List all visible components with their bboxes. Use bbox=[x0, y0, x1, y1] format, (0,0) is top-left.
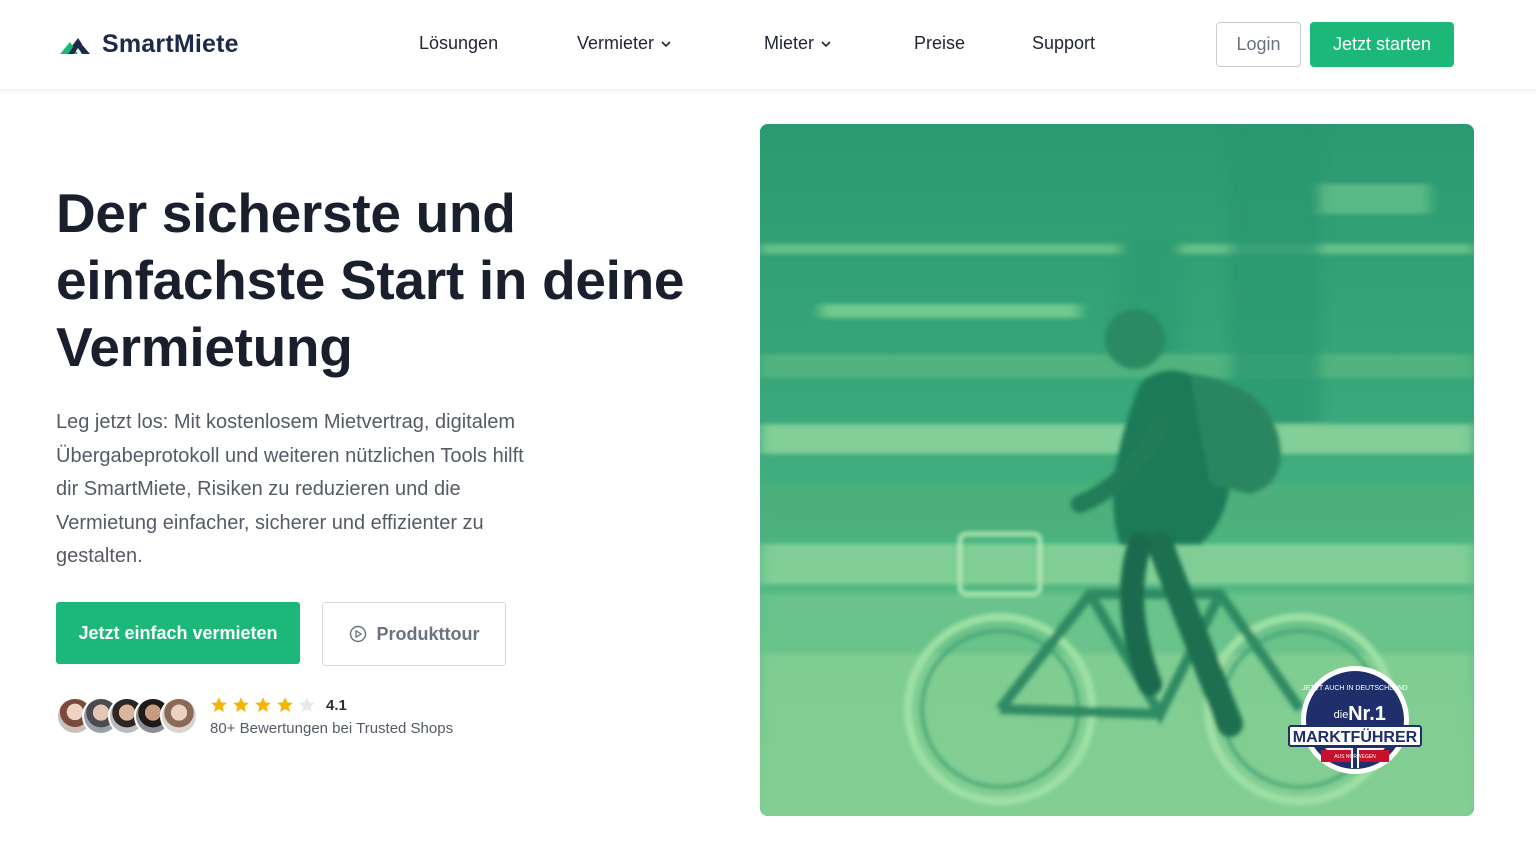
star-rating: 4.1 bbox=[210, 694, 453, 716]
star-icon bbox=[255, 697, 271, 713]
badge-arc-text: JETZT AUCH IN DEUTSCHLAND bbox=[1302, 685, 1408, 692]
rating-value: 4.1 bbox=[326, 696, 347, 714]
nav-item-preise[interactable]: Preise bbox=[914, 33, 965, 54]
login-button[interactable]: Login bbox=[1216, 22, 1301, 67]
hero-description: Leg jetzt los: Mit kostenlosem Mietvertr… bbox=[56, 411, 524, 568]
star-icon bbox=[277, 697, 293, 713]
nav-item-mieter[interactable]: Mieter bbox=[764, 33, 832, 54]
nav-item-label: Support bbox=[1032, 33, 1096, 53]
nav-item-support[interactable]: Support bbox=[1032, 33, 1095, 54]
star-icon bbox=[211, 697, 227, 713]
nav-item-label: Vermieter bbox=[577, 33, 655, 53]
badge-sub: AUS NORWEGEN bbox=[1334, 754, 1376, 760]
badge-title: MARKTFÜHRER bbox=[1293, 727, 1418, 746]
chevron-down-icon bbox=[661, 40, 671, 47]
rent-now-button[interactable]: Jetzt einfach vermieten bbox=[56, 602, 300, 664]
nav-item-label: Mieter bbox=[764, 33, 815, 53]
badge-rank: Nr.1 bbox=[1348, 703, 1386, 725]
badge-prefix: die bbox=[1334, 709, 1349, 721]
logo[interactable]: SmartMiete bbox=[60, 30, 239, 59]
site-header: SmartMiete Lösungen Vermieter Mieter Pre… bbox=[0, 0, 1536, 90]
smartmiete-logo-icon bbox=[60, 37, 90, 54]
start-button[interactable]: Jetzt starten bbox=[1310, 22, 1454, 67]
cyclist-photo: JETZT AUCH IN DEUTSCHLAND die Nr.1 MARKT… bbox=[760, 124, 1474, 816]
hero-title-line: Vermietung bbox=[56, 316, 353, 378]
product-tour-button[interactable]: Produkttour bbox=[322, 602, 506, 666]
chevron-down-icon bbox=[821, 40, 831, 47]
hero-title-line: Der sicherste und bbox=[56, 182, 516, 244]
hero-title-line: einfachste Start in deine bbox=[56, 249, 685, 311]
nav-item-loesungen[interactable]: Lösungen bbox=[419, 33, 498, 54]
nav-item-label: Lösungen bbox=[419, 33, 499, 53]
nav-item-label: Preise bbox=[914, 33, 966, 53]
play-circle-icon bbox=[349, 625, 366, 643]
avatar bbox=[160, 697, 198, 735]
hero-title: Der sicherste und einfachste Start in de… bbox=[56, 180, 736, 381]
hero-image: JETZT AUCH IN DEUTSCHLAND die Nr.1 MARKT… bbox=[760, 124, 1474, 816]
reviewer-avatars bbox=[56, 697, 198, 737]
rating-text: 80+ Bewertungen bei Trusted Shops bbox=[210, 720, 454, 737]
product-tour-label: Produkttour bbox=[376, 623, 480, 644]
rating-summary: 4.1 80+ Bewertungen bei Trusted Shops bbox=[210, 694, 454, 738]
nav-item-vermieter[interactable]: Vermieter bbox=[577, 33, 672, 54]
brand-name: SmartMiete bbox=[102, 30, 239, 58]
star-empty-icon bbox=[299, 697, 315, 713]
star-icon bbox=[233, 697, 249, 713]
